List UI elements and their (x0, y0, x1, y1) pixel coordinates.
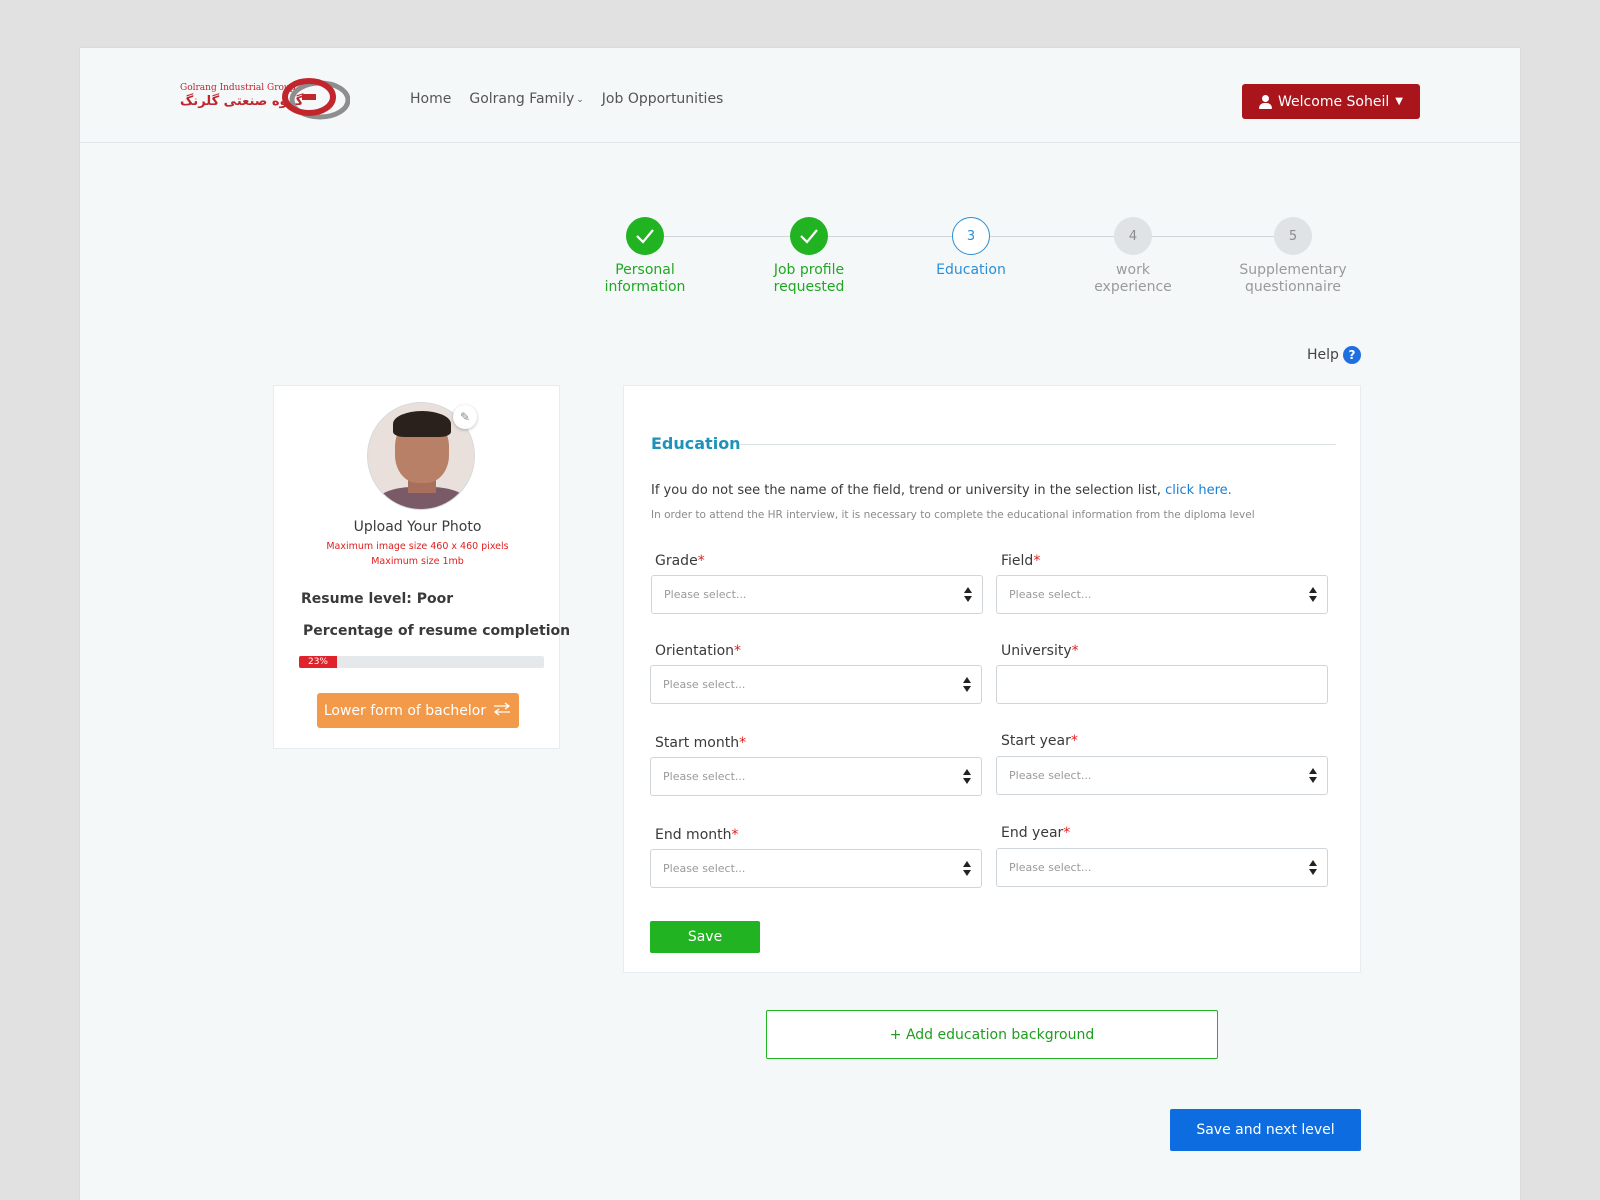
education-form-card: Education If you do not see the name of … (623, 385, 1361, 973)
step-work-experience[interactable]: 4 work experience (1073, 217, 1193, 296)
grade-label: Grade* (655, 553, 705, 569)
start-year-label: Start year* (1001, 733, 1078, 749)
field-label: Field* (1001, 553, 1041, 569)
logo-mark-icon (282, 78, 350, 120)
section-divider (739, 444, 1336, 445)
sort-arrows-icon (963, 861, 971, 877)
completion-progress-bar: 23% (299, 656, 544, 668)
upload-photo-title: Upload Your Photo (353, 519, 482, 535)
lower-form-label: Lower form of bachelor (323, 702, 487, 719)
start-year-placeholder: Please select... (1009, 769, 1092, 782)
orientation-select[interactable]: Please select... (650, 665, 982, 704)
step-label: questionnaire (1245, 279, 1341, 295)
image-size-note: Maximum image size 460 x 460 pixels (326, 541, 509, 552)
start-month-label: Start month* (655, 735, 747, 751)
university-input[interactable] (996, 665, 1328, 704)
education-hint-text: In order to attend the HR interview, it … (651, 509, 1255, 521)
step-label: information (604, 279, 686, 295)
help-label: Help (1307, 347, 1339, 363)
sort-arrows-icon (1309, 587, 1317, 603)
info-text: If you do not see the name of the field,… (651, 483, 1166, 498)
start-month-placeholder: Please select... (663, 770, 746, 783)
field-select[interactable]: Please select... (996, 575, 1328, 614)
sort-arrows-icon (963, 677, 971, 693)
nav-home[interactable]: Home (410, 91, 451, 107)
sort-arrows-icon (963, 769, 971, 785)
completion-label: Percentage of resume completion (303, 623, 571, 639)
orientation-placeholder: Please select... (663, 678, 746, 691)
end-year-select[interactable]: Please select... (996, 848, 1328, 887)
university-label: University* (1001, 643, 1079, 659)
step-label: Job profile (773, 262, 845, 278)
resume-level: Resume level: Poor (301, 591, 454, 607)
step-number: 5 (1274, 217, 1312, 255)
swap-icon (492, 701, 512, 720)
file-size-note: Maximum size 1mb (371, 556, 464, 567)
orientation-label: Orientation* (655, 643, 742, 659)
app-window: Golrang Industrial Group گروه صنعتی گلرن… (80, 48, 1520, 1200)
lower-form-of-bachelor-button[interactable]: Lower form of bachelor (317, 693, 519, 728)
main-nav: Home Golrang Family ⌄ Job Opportunities (410, 91, 741, 107)
progress-fill: 23% (299, 656, 337, 668)
profile-card: ✎ Upload Your Photo Maximum image size 4… (273, 385, 570, 749)
step-number: 4 (1114, 217, 1152, 255)
sort-arrows-icon (964, 587, 972, 603)
top-header: Golrang Industrial Group گروه صنعتی گلرن… (80, 48, 1520, 143)
save-and-next-level-button[interactable]: Save and next level (1170, 1109, 1361, 1151)
help-link[interactable]: Help ? (1307, 346, 1361, 364)
field-placeholder: Please select... (1009, 588, 1092, 601)
nav-home-label: Home (410, 91, 452, 107)
step-job-profile-requested[interactable]: Job profile requested (749, 217, 869, 296)
start-month-select[interactable]: Please select... (650, 757, 982, 796)
welcome-label: Welcome Soheil (1278, 93, 1390, 110)
chevron-down-icon: ▼ (1395, 96, 1403, 107)
step-personal-information[interactable]: Personal information (585, 217, 705, 296)
nav-job-opportunities-label: Job Opportunities (601, 91, 724, 107)
user-icon (1259, 94, 1273, 109)
education-info-text: If you do not see the name of the field,… (651, 483, 1232, 498)
education-section-title: Education (651, 434, 741, 453)
end-month-placeholder: Please select... (663, 862, 746, 875)
end-month-label: End month* (655, 827, 739, 843)
add-education-background-button[interactable]: + Add education background (766, 1010, 1218, 1059)
nav-job-opportunities[interactable]: Job Opportunities (602, 91, 724, 107)
nav-golrang-family-label: Golrang Family (469, 91, 575, 107)
sort-arrows-icon (1309, 860, 1317, 876)
step-label: experience (1094, 279, 1172, 295)
step-label: Education (936, 262, 1006, 278)
grade-select[interactable]: Please select... (651, 575, 983, 614)
end-year-label: End year* (1001, 825, 1071, 841)
edit-photo-icon[interactable]: ✎ (453, 405, 477, 429)
click-here-link[interactable]: click here. (1165, 483, 1232, 498)
grade-placeholder: Please select... (664, 588, 747, 601)
end-year-placeholder: Please select... (1009, 861, 1092, 874)
step-label: Personal (615, 262, 675, 278)
step-supplementary-questionnaire[interactable]: 5 Supplementary questionnaire (1233, 217, 1353, 296)
logo-text-en: Golrang Industrial Group (180, 83, 296, 93)
save-button[interactable]: Save (650, 921, 760, 953)
check-icon (790, 217, 828, 255)
end-month-select[interactable]: Please select... (650, 849, 982, 888)
step-label: requested (773, 279, 845, 295)
sort-arrows-icon (1309, 768, 1317, 784)
step-number: 3 (952, 217, 990, 255)
step-label: Supplementary (1239, 262, 1347, 278)
chevron-down-icon: ⌄ (576, 95, 584, 105)
check-icon (626, 217, 664, 255)
help-icon: ? (1342, 346, 1361, 364)
step-label: work (1116, 262, 1150, 278)
company-logo[interactable]: Golrang Industrial Group گروه صنعتی گلرن… (180, 78, 352, 120)
step-education[interactable]: 3 Education (911, 217, 1031, 279)
start-year-select[interactable]: Please select... (996, 756, 1328, 795)
user-menu-button[interactable]: Welcome Soheil ▼ (1242, 84, 1420, 119)
nav-golrang-family[interactable]: Golrang Family ⌄ (469, 91, 583, 107)
